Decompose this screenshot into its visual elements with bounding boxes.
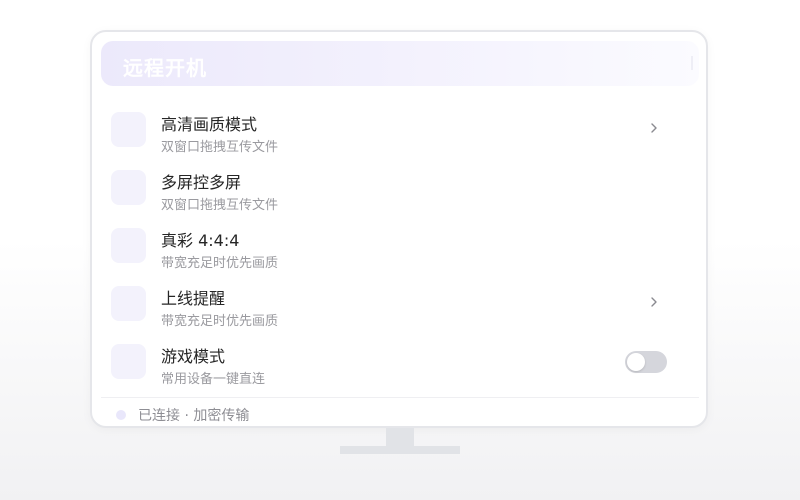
- chevron-right-icon[interactable]: [646, 294, 662, 310]
- settings-item-title: 真彩 4:4:4: [161, 231, 240, 250]
- toggle-knob: [627, 353, 645, 371]
- status-dot-icon: [116, 410, 126, 420]
- settings-item-multi-screen[interactable]: 多屏控多屏 双窗口拖拽互传文件: [101, 160, 699, 218]
- game-mode-toggle[interactable]: [625, 351, 667, 373]
- online-reminder-icon: [111, 286, 146, 321]
- status-text: 已连接 · 加密传输: [138, 408, 250, 424]
- header-title: 远程开机: [123, 56, 207, 80]
- true-color-icon: [111, 228, 146, 263]
- settings-item-game-mode[interactable]: 游戏模式 常用设备一键直连: [101, 334, 699, 392]
- game-mode-icon: [111, 344, 146, 379]
- settings-item-subtitle: 带宽充足时优先画质: [161, 314, 279, 329]
- settings-item-title: 多屏控多屏: [161, 173, 242, 192]
- monitor-stand-base: [340, 446, 460, 454]
- divider: [101, 397, 699, 398]
- settings-item-title: 游戏模式: [161, 347, 226, 366]
- settings-item-title: 上线提醒: [161, 289, 226, 308]
- header-bar: 远程开机: [101, 41, 699, 86]
- settings-item-true-color[interactable]: 真彩 4:4:4 带宽充足时优先画质: [101, 218, 699, 276]
- settings-item-subtitle: 双窗口拖拽互传文件: [161, 198, 279, 213]
- settings-item-subtitle: 双窗口拖拽互传文件: [161, 140, 279, 155]
- header-accent: [691, 56, 693, 70]
- settings-list: 高清画质模式 双窗口拖拽互传文件 多屏控多屏 双窗口拖拽互传文件 真彩 4:4:…: [101, 102, 699, 392]
- settings-item-subtitle: 常用设备一键直连: [161, 372, 266, 387]
- multi-screen-icon: [111, 170, 146, 205]
- monitor-stand-neck: [386, 428, 414, 446]
- settings-item-online-reminder[interactable]: 上线提醒 带宽充足时优先画质: [101, 276, 699, 334]
- chevron-right-icon[interactable]: [646, 120, 662, 136]
- settings-item-subtitle: 带宽充足时优先画质: [161, 256, 279, 271]
- settings-item-hd-quality[interactable]: 高清画质模式 双窗口拖拽互传文件: [101, 102, 699, 160]
- monitor-frame: 远程开机 高清画质模式 双窗口拖拽互传文件 多屏控多屏 双窗口拖拽互传文件 真彩…: [90, 30, 708, 428]
- settings-item-title: 高清画质模式: [161, 115, 258, 134]
- hd-quality-icon: [111, 112, 146, 147]
